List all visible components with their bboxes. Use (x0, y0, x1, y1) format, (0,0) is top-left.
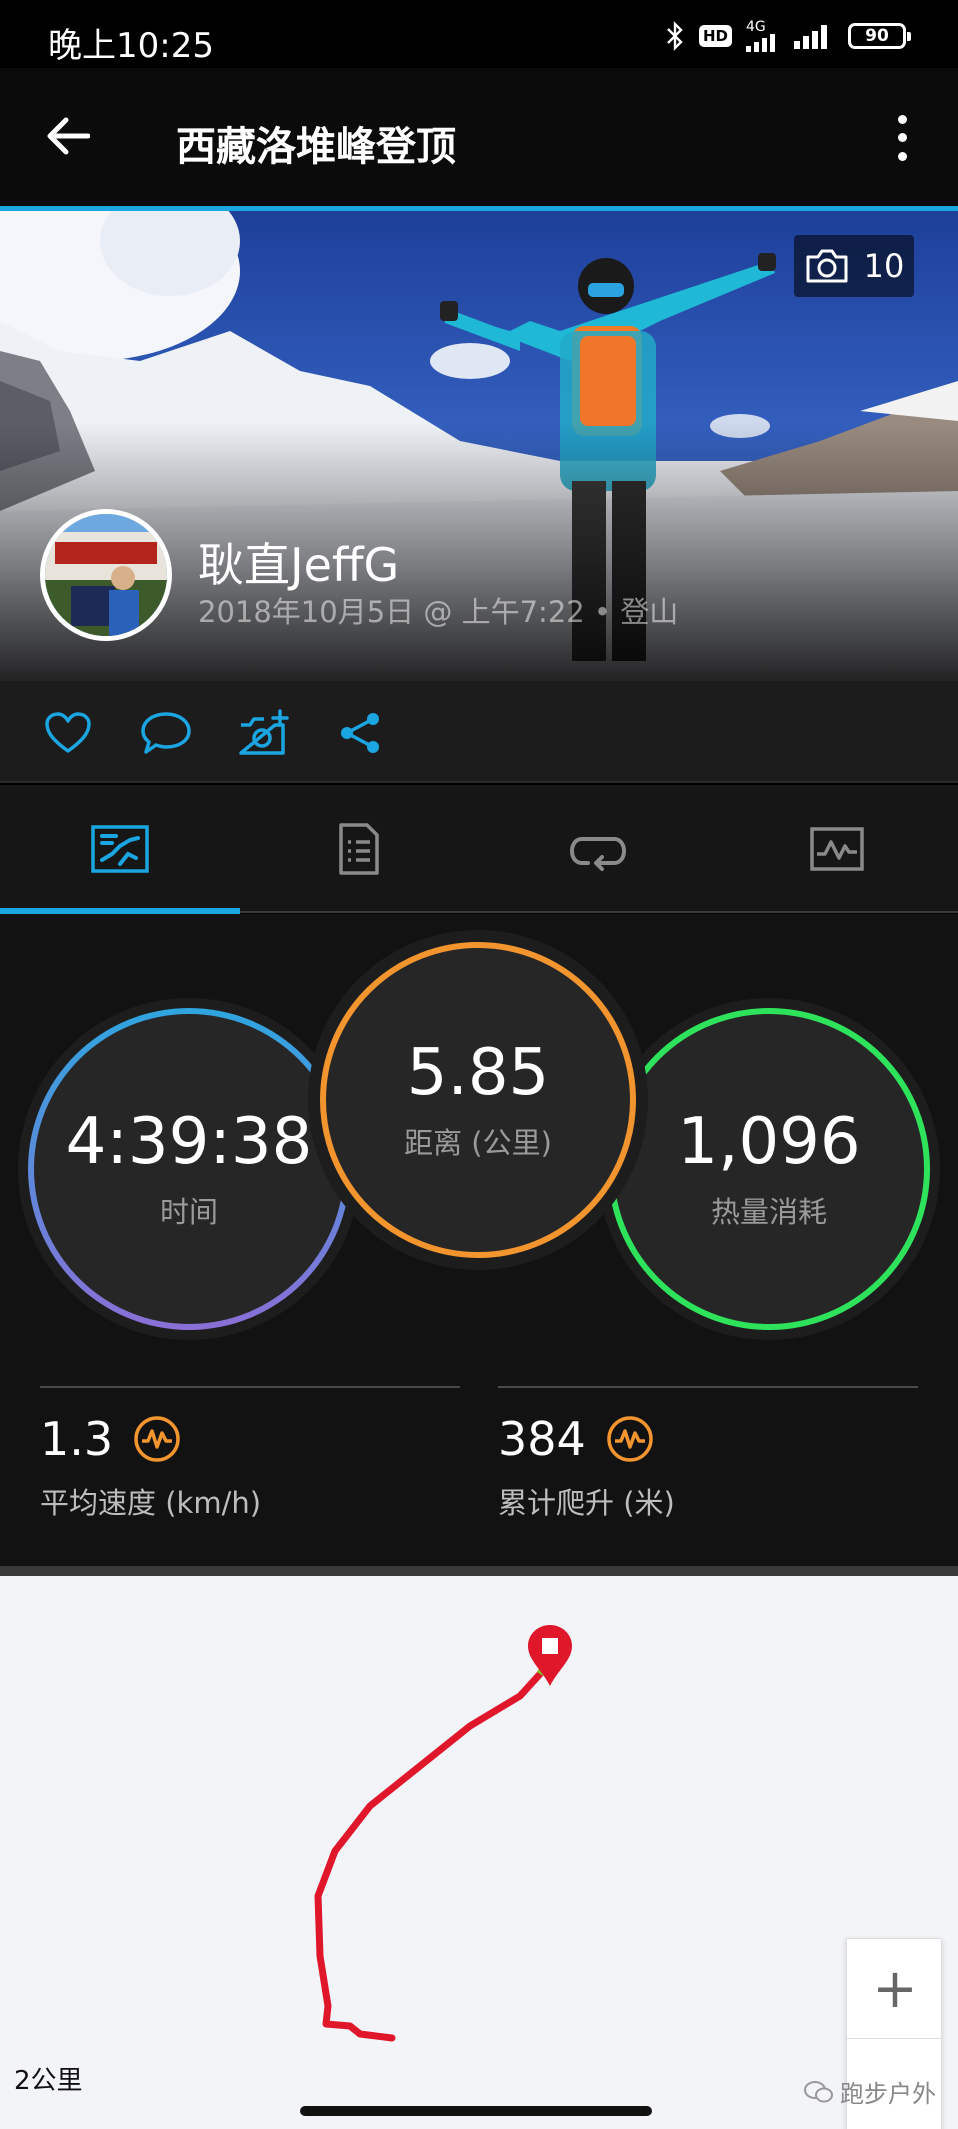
activity-tabs (0, 785, 958, 913)
signal-4g-icon: 4G (746, 20, 780, 52)
stats-divider-left (40, 1386, 460, 1388)
share-button[interactable] (332, 705, 388, 761)
distance-value: 5.85 (406, 1035, 550, 1110)
watermark: 跑步户外 (804, 2074, 936, 2109)
section-separator (0, 1566, 958, 1576)
zoom-in-button[interactable]: + (847, 1939, 943, 2039)
battery-icon: 90 (848, 23, 911, 49)
signal-icon (794, 23, 834, 49)
overview-tab-icon (90, 825, 149, 873)
add-photo-button[interactable] (236, 705, 292, 761)
photo-count-button[interactable]: 10 (794, 235, 914, 297)
status-icons: HD 4G 90 (665, 20, 911, 52)
app-bar: 西藏洛堆峰登顶 (0, 68, 958, 208)
tab-laps[interactable] (478, 785, 717, 913)
arrow-left-icon (47, 117, 90, 155)
social-action-bar (0, 681, 958, 783)
ascent-value: 384 (498, 1412, 586, 1466)
route-map[interactable]: + 2公里 跑步户外 (0, 1576, 958, 2129)
add-photo-icon (239, 709, 289, 755)
time-label: 时间 (159, 1195, 218, 1230)
tab-baseline (240, 911, 958, 913)
calories-stat-ring: 1,096 热量消耗 (608, 1008, 930, 1330)
ascent-label: 累计爬升 (米) (498, 1486, 675, 1520)
wechat-icon (804, 2080, 833, 2102)
page-title: 西藏洛堆峰登顶 (176, 124, 456, 170)
calories-value: 1,096 (677, 1104, 861, 1179)
stats-divider-right (498, 1386, 918, 1388)
share-icon (341, 713, 379, 753)
ascent-metric[interactable]: 384 累计爬升 (米) (498, 1412, 675, 1522)
distance-label: 距离 (公里) (404, 1126, 552, 1161)
details-tab-icon (338, 823, 379, 875)
finish-marker-icon[interactable] (524, 1622, 576, 1688)
tab-details[interactable] (239, 785, 478, 913)
bluetooth-icon (665, 21, 685, 51)
activity-hero-photo[interactable]: 10 耿直JeffG 2018年10月5日 @ 上午7:22 • 登山 (0, 211, 958, 681)
more-menu-button[interactable] (882, 110, 922, 166)
status-time: 晚上10:25 (48, 26, 214, 66)
pulse-badge-icon (607, 1416, 653, 1462)
distance-stat-ring: 5.85 距离 (公里) (320, 942, 636, 1258)
photo-count: 10 (863, 247, 905, 285)
tab-charts[interactable] (717, 785, 956, 913)
watermark-text: 跑步户外 (840, 2080, 936, 2108)
avg-speed-value: 1.3 (40, 1412, 114, 1466)
user-name[interactable]: 耿直JeffG (198, 529, 399, 595)
calories-label: 热量消耗 (710, 1195, 827, 1230)
back-button[interactable] (40, 108, 96, 164)
time-value: 4:39:38 (65, 1104, 313, 1179)
comment-button[interactable] (138, 705, 194, 761)
home-indicator[interactable] (300, 2106, 652, 2116)
hd-voice-icon: HD (698, 25, 732, 47)
charts-tab-icon (809, 827, 864, 871)
tab-overview[interactable] (0, 785, 239, 913)
more-vertical-icon (897, 114, 907, 124)
like-icon (45, 712, 91, 753)
network-type: 4G (746, 19, 766, 35)
pulse-badge-icon (134, 1416, 180, 1462)
camera-icon (806, 249, 848, 283)
avg-speed-label: 平均速度 (km/h) (40, 1486, 262, 1520)
route-track (314, 1654, 554, 2042)
laps-tab-icon (569, 837, 626, 871)
activity-date-type: 2018年10月5日 @ 上午7:22 • 登山 (198, 595, 679, 629)
status-bar: 晚上10:25 HD 4G 90 (0, 0, 958, 68)
avg-speed-metric[interactable]: 1.3 平均速度 (km/h) (40, 1412, 261, 1522)
time-stat-ring: 4:39:38 时间 (28, 1008, 350, 1330)
map-scale-label: 2公里 (14, 2066, 83, 2096)
comment-icon (141, 712, 191, 754)
avatar[interactable] (40, 509, 172, 641)
like-button[interactable] (40, 705, 96, 761)
activity-stats: 4:39:38 时间 1,096 热量消耗 5.85 距离 (公里) 1.3 平… (0, 914, 958, 1572)
avatar-photo (45, 514, 167, 636)
